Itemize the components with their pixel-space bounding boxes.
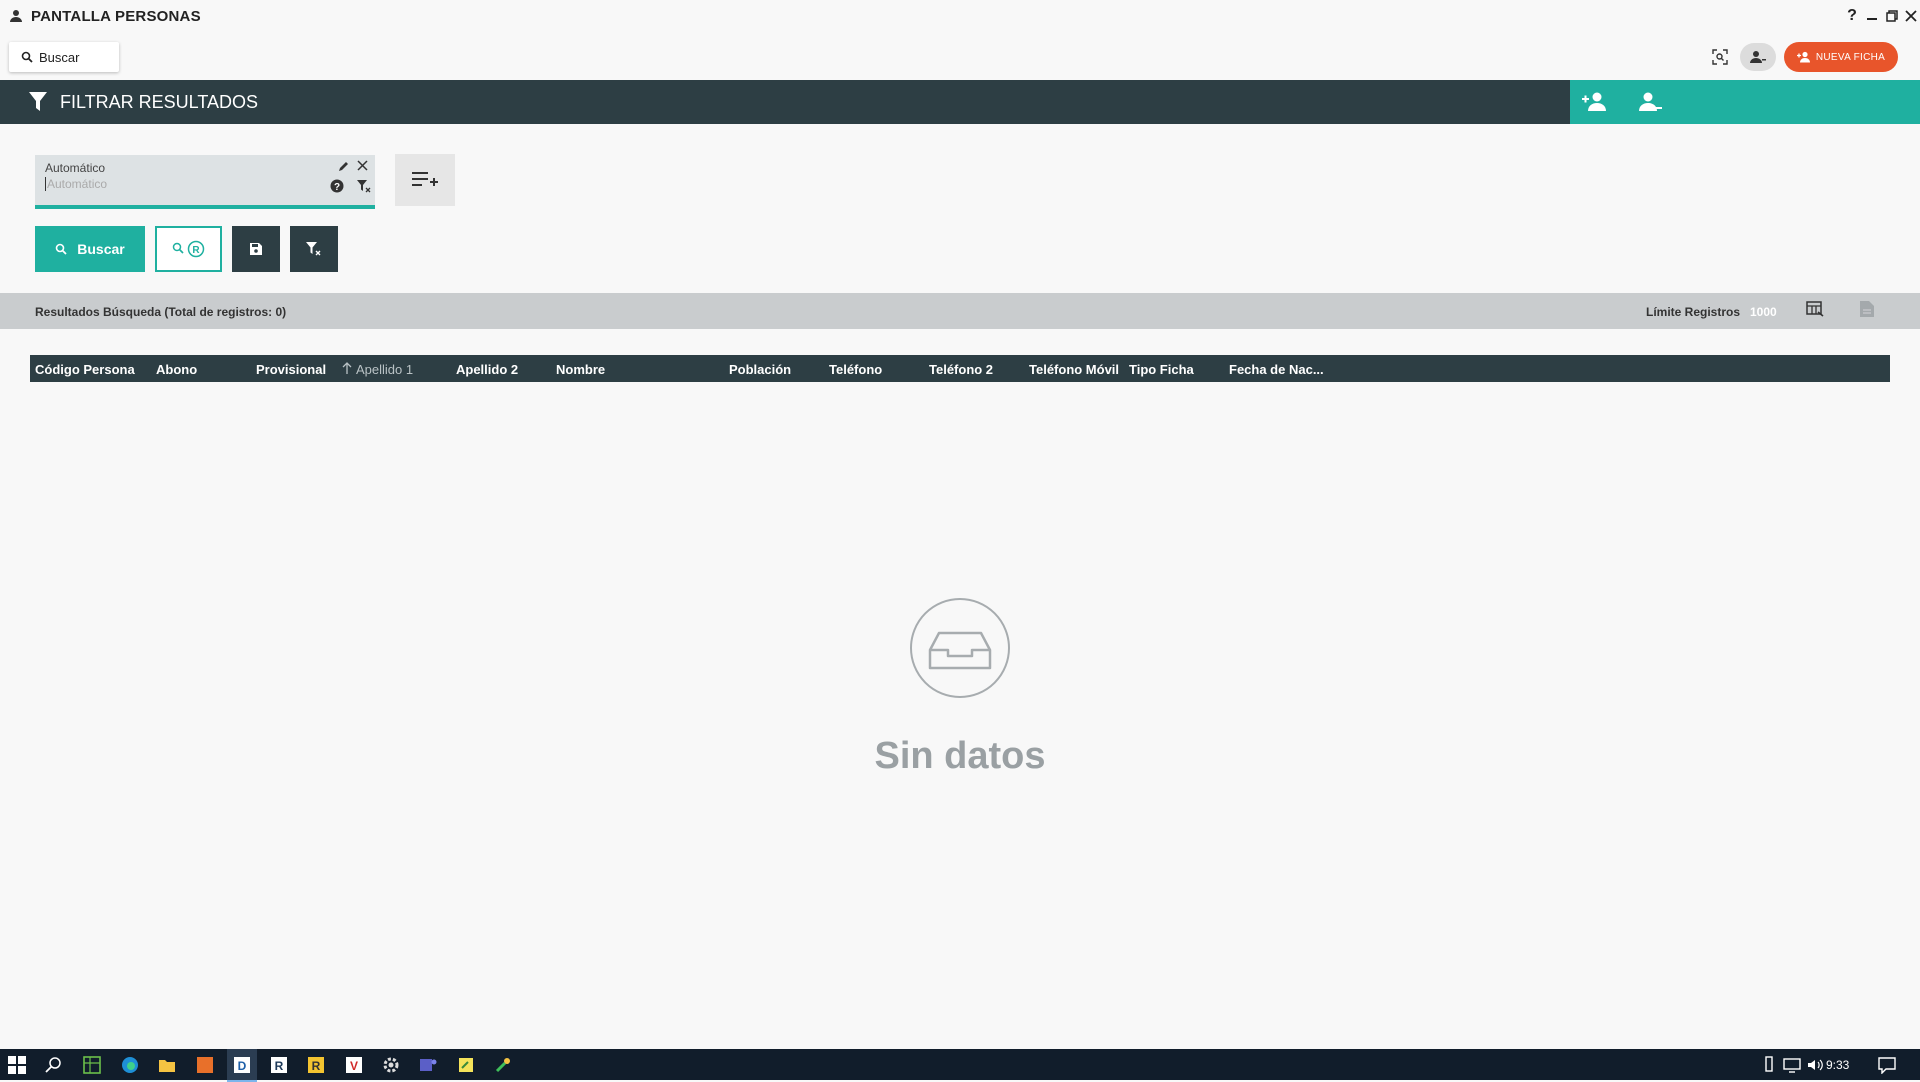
help-icon[interactable]: ? xyxy=(1842,6,1862,26)
column-header[interactable]: Teléfono xyxy=(829,362,882,377)
column-header[interactable]: Población xyxy=(729,362,791,377)
add-person-icon xyxy=(1796,51,1811,63)
new-record-button[interactable]: NUEVA FICHA xyxy=(1784,42,1898,72)
notification-center-icon[interactable] xyxy=(1878,1056,1896,1074)
person-icon xyxy=(8,8,24,24)
taskbar-search-icon[interactable] xyxy=(45,1056,63,1074)
top-search-label: Buscar xyxy=(39,49,80,65)
sort-ascending-icon xyxy=(342,362,352,377)
tool-app-icon[interactable] xyxy=(494,1056,512,1074)
column-header[interactable]: Nombre xyxy=(556,362,605,377)
clear-filter-icon xyxy=(306,241,322,257)
filter-icon xyxy=(29,92,47,112)
svg-text:D: D xyxy=(238,1059,247,1073)
svg-text:V: V xyxy=(350,1059,358,1073)
search-registered-icon: R xyxy=(172,240,206,258)
minimize-icon[interactable] xyxy=(1862,6,1882,26)
save-button[interactable] xyxy=(232,226,280,272)
record-limit-value[interactable]: 1000 xyxy=(1750,305,1777,319)
yellow-r-app-icon[interactable]: R xyxy=(307,1056,325,1074)
filter-title: FILTRAR RESULTADOS xyxy=(60,92,259,112)
scan-icon xyxy=(1712,49,1728,65)
record-limit-label: Límite Registros xyxy=(1646,305,1741,319)
new-record-label: NUEVA FICHA xyxy=(1815,51,1886,63)
search-icon xyxy=(55,243,67,255)
person-icon xyxy=(1750,50,1766,64)
column-header[interactable]: Fecha de Nac... xyxy=(1229,362,1324,377)
column-settings-icon[interactable] xyxy=(1806,301,1828,321)
column-header[interactable]: Tipo Ficha xyxy=(1129,362,1194,377)
windows-start-icon[interactable] xyxy=(8,1056,26,1074)
edge-browser-icon[interactable] xyxy=(121,1056,139,1074)
top-search-button[interactable]: Buscar xyxy=(9,42,119,72)
playlist-add-icon xyxy=(412,170,438,190)
add-filter-button[interactable] xyxy=(395,154,455,206)
restore-icon[interactable] xyxy=(1882,6,1902,26)
results-summary: Resultados Búsqueda (Total de registros:… xyxy=(35,305,287,319)
svg-text:R: R xyxy=(275,1059,284,1073)
settings-app-icon[interactable] xyxy=(382,1056,400,1074)
clear-filter-icon[interactable] xyxy=(357,179,371,193)
column-header[interactable]: Teléfono 2 xyxy=(929,362,993,377)
notes-app-icon[interactable] xyxy=(457,1056,475,1074)
user-menu-button[interactable] xyxy=(1740,43,1776,71)
help-circle-icon[interactable]: ? xyxy=(330,179,344,193)
filter-chip-input[interactable]: Automático xyxy=(45,177,107,191)
results-bar xyxy=(0,293,1920,329)
export-icon[interactable] xyxy=(1860,301,1880,321)
usb-icon[interactable] xyxy=(1760,1056,1778,1074)
svg-text:?: ? xyxy=(334,182,340,193)
spreadsheet-app-icon[interactable] xyxy=(83,1056,101,1074)
v-app-icon[interactable]: V xyxy=(345,1056,363,1074)
column-header-sorted[interactable]: Apellido 1 xyxy=(356,362,413,377)
file-explorer-icon[interactable] xyxy=(158,1056,176,1074)
clear-filters-button[interactable] xyxy=(290,226,338,272)
column-header[interactable]: Abono xyxy=(156,362,197,377)
close-icon[interactable] xyxy=(1901,6,1920,26)
inbox-icon xyxy=(910,598,1010,698)
title-bar xyxy=(0,0,1920,32)
search-button-label: Buscar xyxy=(77,241,125,257)
r-app-icon[interactable]: R xyxy=(270,1056,288,1074)
filter-chip[interactable]: Automático Automático ? xyxy=(35,155,375,209)
close-icon[interactable] xyxy=(357,160,368,171)
column-header[interactable]: Código Persona xyxy=(35,362,135,377)
taskbar xyxy=(0,1049,1920,1080)
window-title: PANTALLA PERSONAS xyxy=(31,8,201,25)
taskbar-clock[interactable]: 9:33 xyxy=(1826,1058,1849,1072)
remove-person-icon[interactable] xyxy=(1638,91,1662,113)
scan-button[interactable] xyxy=(1706,44,1734,70)
column-header[interactable]: Teléfono Móvil xyxy=(1029,362,1119,377)
person-actions-panel xyxy=(1570,80,1920,124)
table-header: Código Persona Abono Provisional Apellid… xyxy=(30,355,1890,382)
orange-app-icon[interactable] xyxy=(196,1056,214,1074)
svg-text:R: R xyxy=(312,1059,321,1073)
svg-text:R: R xyxy=(192,245,200,256)
empty-state-text: Sin datos xyxy=(874,735,1046,777)
column-header[interactable]: Apellido 2 xyxy=(456,362,518,377)
volume-icon[interactable] xyxy=(1806,1056,1824,1074)
filter-chip-label: Automático xyxy=(45,161,106,175)
save-icon xyxy=(250,243,262,255)
edit-icon[interactable] xyxy=(338,160,350,172)
d-app-icon[interactable]: D xyxy=(233,1056,251,1074)
add-person-icon[interactable] xyxy=(1582,91,1608,113)
teams-app-icon[interactable] xyxy=(419,1056,437,1074)
search-button[interactable]: Buscar xyxy=(35,226,145,272)
search-icon xyxy=(21,51,33,63)
column-header[interactable]: Provisional xyxy=(256,362,326,377)
advanced-search-button[interactable]: R xyxy=(155,226,222,272)
network-icon[interactable] xyxy=(1783,1056,1801,1074)
